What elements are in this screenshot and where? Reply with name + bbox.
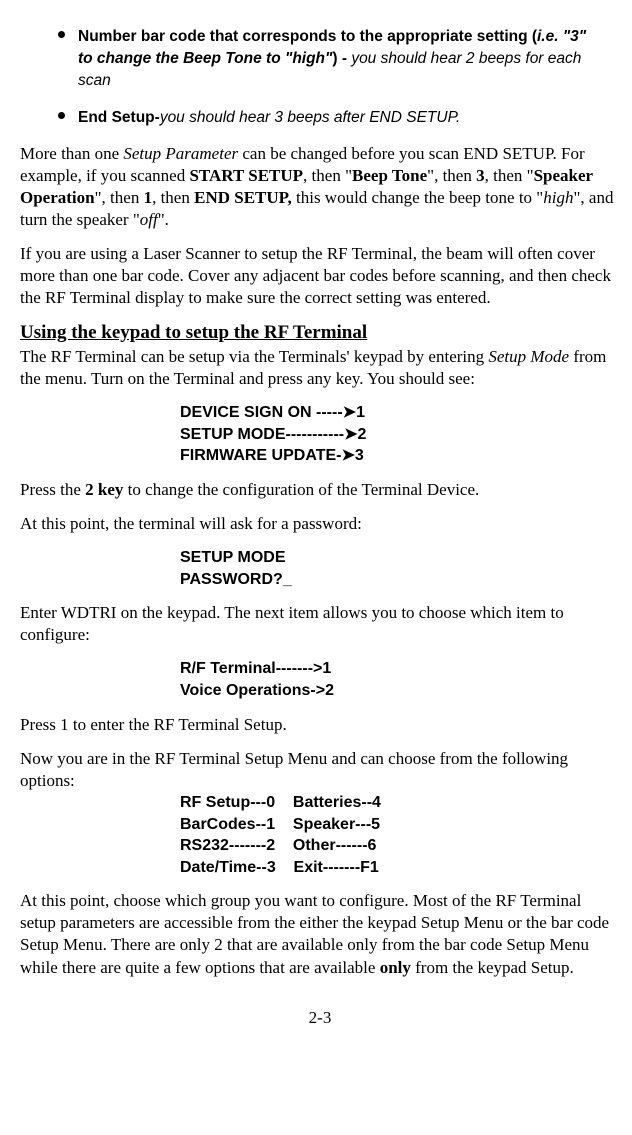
- bullet-item: End Setup-you should hear 3 beeps after …: [78, 101, 620, 128]
- paragraph: Now you are in the RF Terminal Setup Men…: [20, 748, 620, 792]
- text: Setup Mode: [488, 347, 569, 366]
- paren-close: ) -: [332, 50, 351, 67]
- text: 2 key: [85, 480, 123, 499]
- text: 3: [476, 166, 485, 185]
- text: , then ": [303, 166, 352, 185]
- text: Setup Parameter: [123, 144, 238, 163]
- menu-line: R/F Terminal------->1: [180, 658, 620, 680]
- menu-line: DEVICE SIGN ON -----➤1: [180, 402, 620, 424]
- bullet-bold: End Setup-: [78, 109, 160, 126]
- menu-line: Date/Time--3 Exit-------F1: [180, 857, 620, 879]
- text: 1: [144, 188, 153, 207]
- text: ".: [158, 210, 169, 229]
- text: to change the configuration of the Termi…: [123, 480, 479, 499]
- section-heading: Using the keypad to setup the RF Termina…: [20, 321, 620, 346]
- paragraph: If you are using a Laser Scanner to setu…: [20, 243, 620, 309]
- text: , then ": [485, 166, 534, 185]
- paragraph: More than one Setup Parameter can be cha…: [20, 143, 620, 231]
- text: , then: [152, 188, 194, 207]
- bullet-bold: Number bar code that corresponds to the …: [78, 28, 528, 45]
- text: START SETUP: [189, 166, 303, 185]
- text: off: [140, 210, 158, 229]
- text: from the keypad Setup.: [411, 958, 574, 977]
- text: The RF Terminal can be setup via the Ter…: [20, 347, 488, 366]
- text: ", then: [95, 188, 144, 207]
- paragraph: At this point, choose which group you wa…: [20, 890, 620, 978]
- menu-line: RS232-------2 Other------6: [180, 835, 620, 857]
- bullet-italic: you should hear 3 beeps after END SETUP.: [160, 109, 460, 126]
- menu-block: R/F Terminal------->1 Voice Operations->…: [180, 658, 620, 701]
- bullet-list: Number bar code that corresponds to the …: [20, 20, 620, 129]
- text: high: [543, 188, 573, 207]
- text: More than one: [20, 144, 123, 163]
- text: ", then: [427, 166, 476, 185]
- bullet-item: Number bar code that corresponds to the …: [78, 20, 620, 91]
- menu-grid: RF Setup---0 Batteries--4 BarCodes--1 Sp…: [180, 792, 620, 878]
- menu-line: Voice Operations->2: [180, 680, 620, 702]
- paragraph: Press the 2 key to change the configurat…: [20, 479, 620, 501]
- text: Press the: [20, 480, 85, 499]
- menu-line: PASSWORD?_: [180, 569, 620, 591]
- menu-line: BarCodes--1 Speaker---5: [180, 814, 620, 836]
- text: Beep Tone: [352, 166, 427, 185]
- paragraph: At this point, the terminal will ask for…: [20, 513, 620, 535]
- text: only: [380, 958, 411, 977]
- text: this would change the beep tone to ": [292, 188, 544, 207]
- page-number: 2-3: [20, 1007, 620, 1029]
- menu-block: DEVICE SIGN ON -----➤1 SETUP MODE-------…: [180, 402, 620, 467]
- text: END SETUP,: [194, 188, 292, 207]
- menu-line: RF Setup---0 Batteries--4: [180, 792, 620, 814]
- menu-line: SETUP MODE-----------➤2: [180, 424, 620, 446]
- menu-line: FIRMWARE UPDATE-➤3: [180, 445, 620, 467]
- paragraph: The RF Terminal can be setup via the Ter…: [20, 346, 620, 390]
- paragraph: Enter WDTRI on the keypad. The next item…: [20, 602, 620, 646]
- menu-block: SETUP MODE PASSWORD?_: [180, 547, 620, 590]
- paragraph: Press 1 to enter the RF Terminal Setup.: [20, 714, 620, 736]
- menu-line: SETUP MODE: [180, 547, 620, 569]
